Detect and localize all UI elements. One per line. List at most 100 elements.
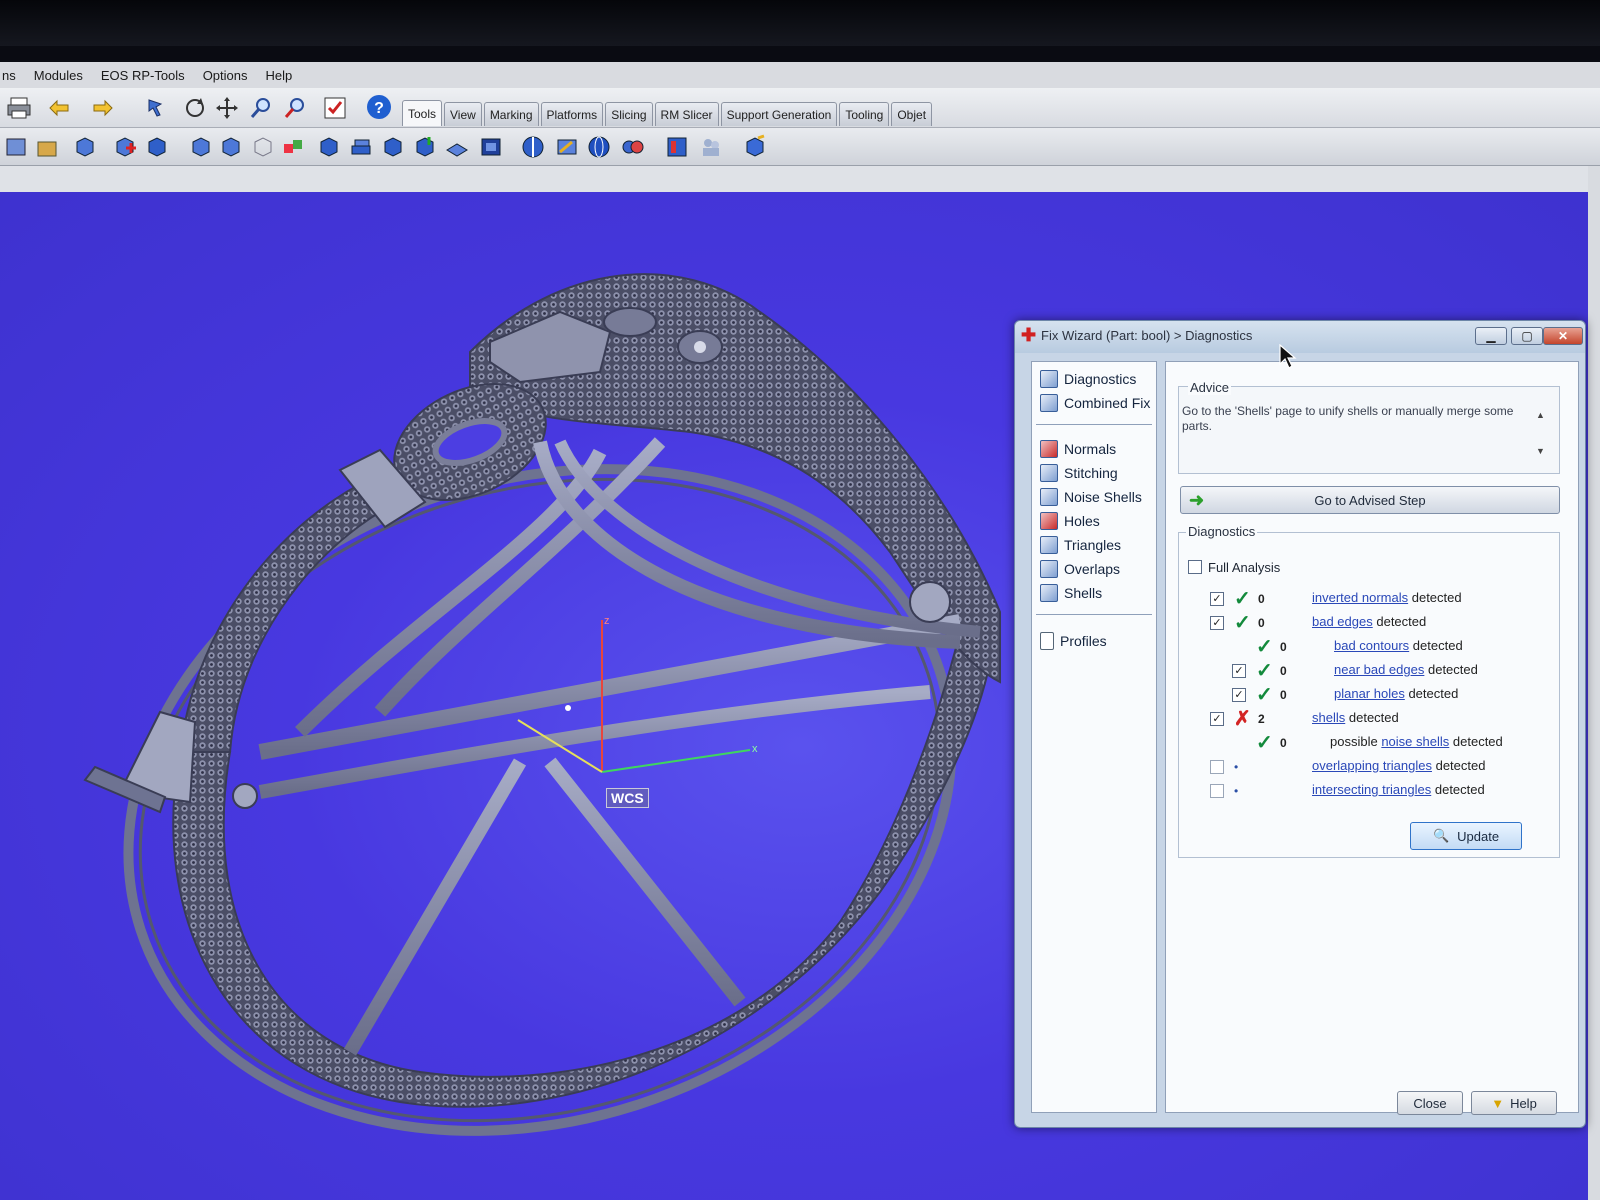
- diagnostic-checkbox[interactable]: ✓: [1232, 664, 1246, 678]
- cube-icon[interactable]: [142, 132, 172, 162]
- help-icon[interactable]: ?: [364, 92, 394, 122]
- close-button[interactable]: Close: [1397, 1091, 1463, 1115]
- diagnostic-row: intersecting triangles detected: [1312, 782, 1485, 800]
- tab-support-generation[interactable]: Support Generation: [720, 102, 838, 126]
- print-icon[interactable]: [4, 93, 34, 123]
- diagnostic-count: 0: [1280, 688, 1287, 702]
- ribbon-tabs: Tools View Marking Platforms Slicing RM …: [402, 100, 933, 126]
- diagnostic-count: 0: [1280, 640, 1287, 654]
- menu-item-modules[interactable]: Modules: [32, 68, 85, 83]
- tab-slicing[interactable]: Slicing: [605, 102, 653, 126]
- undo-icon[interactable]: [44, 93, 74, 123]
- diagnostic-row: possible noise shells detected: [1330, 734, 1503, 752]
- diagnostic-link[interactable]: bad contours: [1334, 638, 1409, 653]
- help-button[interactable]: ▼ Help: [1471, 1091, 1557, 1115]
- update-button[interactable]: 🔍 Update: [1410, 822, 1522, 850]
- diagnostic-link[interactable]: bad edges: [1312, 614, 1373, 629]
- nav-diagnostics[interactable]: Diagnostics: [1040, 368, 1136, 390]
- measure-icon[interactable]: [552, 132, 582, 162]
- extrude-part-icon[interactable]: [410, 132, 440, 162]
- diagnostic-link[interactable]: near bad edges: [1334, 662, 1424, 677]
- nav-noise-shells[interactable]: Noise Shells: [1040, 486, 1142, 508]
- tab-objet[interactable]: Objet: [891, 102, 933, 126]
- minimize-button[interactable]: ▁: [1475, 327, 1507, 345]
- diagnostic-checkbox[interactable]: ✓: [1210, 616, 1224, 630]
- planes-icon[interactable]: [442, 132, 472, 162]
- scroll-down-icon[interactable]: ▼: [1536, 446, 1545, 456]
- export-part-icon[interactable]: [740, 132, 770, 162]
- diagnostic-link[interactable]: planar holes: [1334, 686, 1405, 701]
- go-to-advised-step-button[interactable]: ➜ Go to Advised Step: [1180, 486, 1560, 514]
- nav-triangles[interactable]: Triangles: [1040, 534, 1121, 556]
- diagnostic-link[interactable]: noise shells: [1381, 734, 1449, 749]
- diagnostic-checkbox[interactable]: ✓: [1210, 592, 1224, 606]
- combined-fix-icon: [1040, 394, 1058, 412]
- hand-part-icon[interactable]: [70, 132, 100, 162]
- sphere-section-icon[interactable]: [518, 132, 548, 162]
- box-part-icon[interactable]: [476, 132, 506, 162]
- scroll-up-icon[interactable]: ▲: [1536, 410, 1545, 420]
- wizard-nav: Diagnostics Combined Fix Normals Stitchi…: [1031, 361, 1157, 1113]
- full-analysis-checkbox[interactable]: [1188, 560, 1202, 574]
- add-part-icon[interactable]: [110, 132, 140, 162]
- check-icon: ✓: [1234, 612, 1251, 634]
- report-icon[interactable]: [662, 132, 692, 162]
- diagnostic-checkbox[interactable]: ✓: [1232, 688, 1246, 702]
- text-part-icon[interactable]: [216, 132, 246, 162]
- menu-item-ns[interactable]: ns: [0, 68, 18, 83]
- diagnostic-row: overlapping triangles detected: [1312, 758, 1485, 776]
- wireframe-part-icon[interactable]: [248, 132, 278, 162]
- diagnostic-suffix: detected: [1412, 638, 1463, 653]
- tab-view[interactable]: View: [444, 102, 482, 126]
- nav-combined-fix[interactable]: Combined Fix: [1040, 392, 1150, 414]
- hollow-part-icon[interactable]: [378, 132, 408, 162]
- nav-shells[interactable]: Shells: [1040, 582, 1102, 604]
- select-part-icon[interactable]: [142, 93, 172, 123]
- part-list-icon[interactable]: [2, 132, 32, 162]
- nav-stitching[interactable]: Stitching: [1040, 462, 1118, 484]
- stack-parts-icon[interactable]: [346, 132, 376, 162]
- nav-noise-shells-label: Noise Shells: [1064, 489, 1142, 505]
- magic-part-icon[interactable]: [186, 132, 216, 162]
- overlaps-icon: [1040, 560, 1058, 578]
- menu-item-options[interactable]: Options: [201, 68, 250, 83]
- tab-tooling[interactable]: Tooling: [839, 102, 890, 126]
- help-funnel-icon: ▼: [1491, 1095, 1505, 1111]
- menu-item-eos-rp-tools[interactable]: EOS RP-Tools: [99, 68, 187, 83]
- color-parts-icon[interactable]: [278, 132, 308, 162]
- tab-marking[interactable]: Marking: [483, 102, 539, 126]
- maximize-button[interactable]: ▢: [1511, 327, 1543, 345]
- diagnostic-link[interactable]: inverted normals: [1312, 590, 1408, 605]
- menu-bar: ns Modules EOS RP-Tools Options Help: [0, 62, 1600, 88]
- nav-normals[interactable]: Normals: [1040, 438, 1116, 460]
- tab-platforms[interactable]: Platforms: [540, 102, 604, 126]
- nav-holes-label: Holes: [1064, 513, 1100, 529]
- nav-profiles[interactable]: Profiles: [1040, 630, 1107, 652]
- checklist-icon[interactable]: [320, 93, 350, 123]
- menu-item-help[interactable]: Help: [264, 68, 295, 83]
- diagnostic-link[interactable]: shells: [1312, 710, 1345, 725]
- links-icon[interactable]: [618, 132, 648, 162]
- rotate-icon[interactable]: [180, 93, 210, 123]
- move-icon[interactable]: [212, 93, 242, 123]
- nav-holes[interactable]: Holes: [1040, 510, 1100, 532]
- zoom-window-icon[interactable]: [280, 93, 310, 123]
- diagnostic-link[interactable]: overlapping triangles: [1312, 758, 1432, 773]
- error-x-icon: ✗: [1234, 708, 1251, 730]
- globe-icon[interactable]: [584, 132, 614, 162]
- redo-icon[interactable]: [88, 93, 118, 123]
- tab-tools[interactable]: Tools: [402, 100, 443, 126]
- help-label: Help: [1510, 1095, 1537, 1111]
- zoom-icon[interactable]: [246, 93, 276, 123]
- users-icon[interactable]: [696, 132, 726, 162]
- close-window-button[interactable]: ✕: [1543, 327, 1583, 345]
- diagnostic-checkbox[interactable]: ✓: [1210, 712, 1224, 726]
- split-part-icon[interactable]: [314, 132, 344, 162]
- nav-overlaps[interactable]: Overlaps: [1040, 558, 1120, 580]
- import-icon[interactable]: [32, 132, 62, 162]
- diagnostic-checkbox[interactable]: [1210, 760, 1224, 774]
- diagnostic-link[interactable]: intersecting triangles: [1312, 782, 1431, 797]
- diagnostic-checkbox[interactable]: [1210, 784, 1224, 798]
- tab-rm-slicer[interactable]: RM Slicer: [654, 102, 719, 126]
- dialog-titlebar[interactable]: ✚ Fix Wizard (Part: bool) > Diagnostics …: [1015, 321, 1585, 353]
